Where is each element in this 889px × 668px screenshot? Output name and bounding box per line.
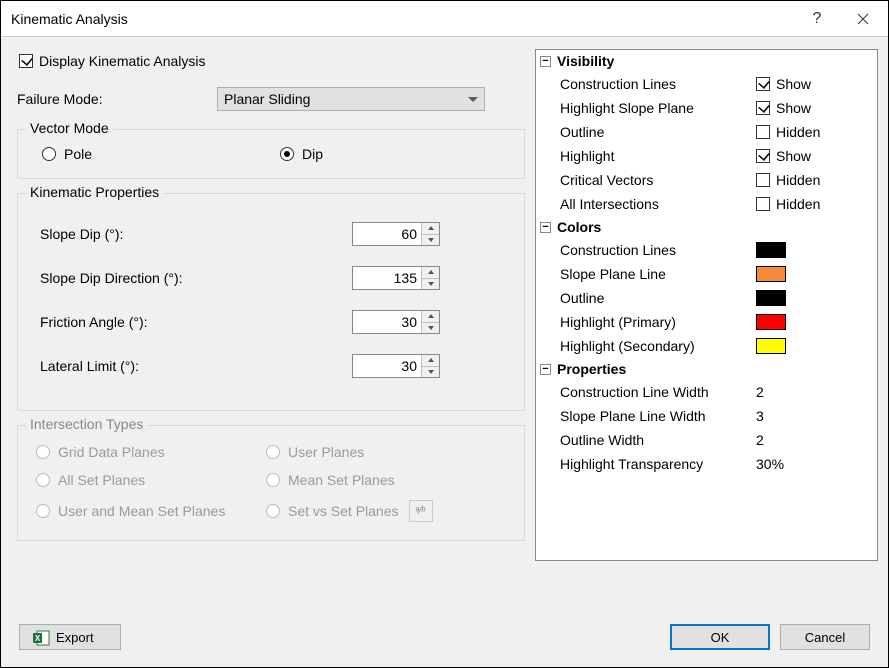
close-icon [857, 13, 869, 25]
display-kinematic-label: Display Kinematic Analysis [39, 53, 206, 69]
highlight-primary-color-swatch[interactable] [756, 314, 786, 330]
critical-vectors-visibility-checkbox[interactable] [756, 173, 770, 187]
svg-text:X: X [35, 634, 41, 643]
grid-data-planes-radio [36, 445, 50, 459]
construction-line-width-value[interactable]: 2 [756, 384, 873, 400]
outline-color-swatch[interactable] [756, 290, 786, 306]
all-set-planes-radio [36, 473, 50, 487]
outline-width-value[interactable]: 2 [756, 432, 873, 448]
collapse-icon[interactable]: − [540, 364, 551, 375]
slope-dip-label: Slope Dip (°): [32, 226, 352, 242]
ok-button[interactable]: OK [670, 624, 770, 650]
collapse-icon[interactable]: − [540, 222, 551, 233]
window-title: Kinematic Analysis [11, 11, 794, 27]
close-button[interactable] [840, 2, 886, 36]
user-mean-set-planes-radio [36, 504, 50, 518]
failure-mode-select[interactable]: Planar Sliding [217, 87, 485, 111]
vector-mode-group: Vector Mode Pole Dip [17, 129, 525, 179]
collapse-icon[interactable]: − [540, 56, 551, 67]
highlight-visibility-checkbox[interactable] [756, 149, 770, 163]
properties-section-header[interactable]: − Properties [536, 358, 877, 380]
intersection-types-group: Intersection Types Grid Data Planes User… [17, 425, 525, 541]
failure-mode-label: Failure Mode: [17, 91, 217, 107]
chevron-down-icon [468, 97, 478, 102]
slope-dip-direction-label: Slope Dip Direction (°): [32, 270, 352, 286]
slope-plane-line-width-value[interactable]: 3 [756, 408, 873, 424]
kinematic-properties-legend: Kinematic Properties [26, 184, 163, 200]
mean-set-planes-radio [266, 473, 280, 487]
intersection-types-legend: Intersection Types [26, 416, 147, 432]
kinematic-properties-group: Kinematic Properties Slope Dip (°): 60 S… [17, 193, 525, 411]
lateral-limit-stepper[interactable]: 30 [352, 354, 440, 378]
pole-radio-label: Pole [64, 146, 92, 162]
pole-radio[interactable] [42, 147, 56, 161]
slope-dip-direction-stepper[interactable]: 135 [352, 266, 440, 290]
spin-up-icon[interactable] [422, 223, 439, 235]
spin-down-icon[interactable] [422, 235, 439, 246]
outline-visibility-checkbox[interactable] [756, 125, 770, 139]
slope-plane-line-color-swatch[interactable] [756, 266, 786, 282]
friction-angle-stepper[interactable]: 30 [352, 310, 440, 334]
slope-dip-stepper[interactable]: 60 [352, 222, 440, 246]
set-vs-set-planes-radio [266, 504, 280, 518]
titlebar: Kinematic Analysis ? [1, 1, 888, 37]
spin-up-icon[interactable] [422, 311, 439, 323]
help-button[interactable]: ? [794, 2, 840, 36]
dip-radio[interactable] [280, 147, 294, 161]
colors-section-header[interactable]: − Colors [536, 216, 877, 238]
highlight-transparency-value[interactable]: 30% [756, 456, 873, 472]
vector-mode-legend: Vector Mode [26, 120, 113, 136]
highlight-secondary-color-swatch[interactable] [756, 338, 786, 354]
construction-lines-visibility-checkbox[interactable] [756, 77, 770, 91]
user-planes-radio [266, 445, 280, 459]
export-button[interactable]: X Export [19, 624, 121, 650]
highlight-slope-plane-visibility-checkbox[interactable] [756, 101, 770, 115]
dip-radio-label: Dip [302, 146, 323, 162]
construction-lines-color-swatch[interactable] [756, 242, 786, 258]
excel-icon: X [32, 629, 48, 645]
set-vs-set-config-button: ᵃ⁄ᵇ [409, 500, 433, 522]
spin-up-icon[interactable] [422, 355, 439, 367]
friction-angle-label: Friction Angle (°): [32, 314, 352, 330]
spin-down-icon[interactable] [422, 279, 439, 290]
all-intersections-visibility-checkbox[interactable] [756, 197, 770, 211]
visibility-section-header[interactable]: − Visibility [536, 50, 877, 72]
spin-down-icon[interactable] [422, 367, 439, 378]
display-kinematic-checkbox[interactable] [19, 54, 33, 68]
kinematic-analysis-dialog: Kinematic Analysis ? Display Kinematic A… [0, 0, 889, 668]
lateral-limit-label: Lateral Limit (°): [32, 358, 352, 374]
spin-up-icon[interactable] [422, 267, 439, 279]
spin-down-icon[interactable] [422, 323, 439, 334]
properties-tree[interactable]: − Visibility Construction LinesShow High… [535, 49, 878, 561]
cancel-button[interactable]: Cancel [780, 624, 870, 650]
